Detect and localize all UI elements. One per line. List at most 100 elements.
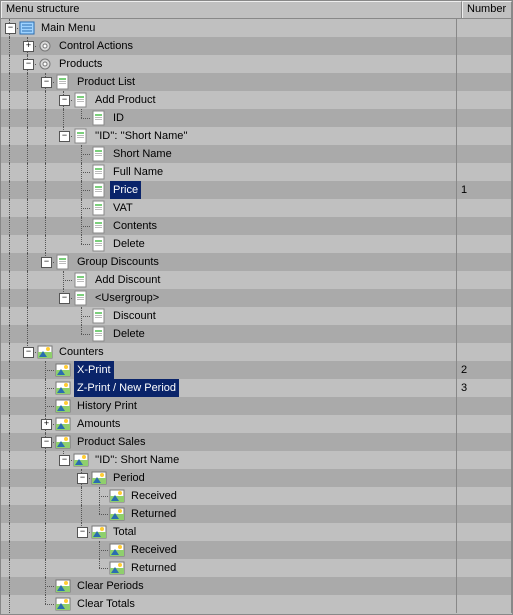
- tree-item-label[interactable]: Received: [128, 541, 180, 559]
- tree-indent: [1, 289, 19, 307]
- tree-indent: [19, 253, 37, 271]
- collapse-icon[interactable]: −: [5, 23, 16, 34]
- tree-row[interactable]: − Total: [1, 523, 512, 541]
- tree-row[interactable]: − <Usergroup>: [1, 289, 512, 307]
- tree-row[interactable]: VAT: [1, 199, 512, 217]
- collapse-icon[interactable]: −: [23, 347, 34, 358]
- column-header-number[interactable]: Number: [462, 1, 512, 18]
- tree-row[interactable]: Returned: [1, 505, 512, 523]
- tree-row[interactable]: Add Discount: [1, 271, 512, 289]
- tree-item-label[interactable]: Short Name: [110, 145, 175, 163]
- tree-branch: [73, 307, 91, 325]
- tree-row[interactable]: Clear Periods: [1, 577, 512, 595]
- collapse-icon[interactable]: −: [23, 59, 34, 70]
- tree-row[interactable]: − Counters: [1, 343, 512, 361]
- tree-item-label[interactable]: Counters: [56, 343, 107, 361]
- collapse-icon[interactable]: −: [59, 293, 70, 304]
- tree-row[interactable]: Discount: [1, 307, 512, 325]
- column-header-structure[interactable]: Menu structure: [1, 1, 462, 18]
- tree-row[interactable]: − Group Discounts: [1, 253, 512, 271]
- tree-item-label[interactable]: Delete: [110, 325, 148, 343]
- tree-row[interactable]: − Period: [1, 469, 512, 487]
- tree-row[interactable]: Received: [1, 541, 512, 559]
- tree-item-label[interactable]: X-Print: [74, 361, 114, 379]
- tree-row[interactable]: Full Name: [1, 163, 512, 181]
- tree-row[interactable]: − Products: [1, 55, 512, 73]
- tree-row[interactable]: − ''ID'': ''Short Name'': [1, 127, 512, 145]
- tree-item-label[interactable]: ''ID'': ''Short Name'': [92, 127, 191, 145]
- tree-indent: [1, 235, 19, 253]
- number-cell: [457, 289, 512, 307]
- tree-item-label[interactable]: Add Product: [92, 91, 159, 109]
- page-icon: [91, 146, 107, 162]
- tree-row[interactable]: Delete: [1, 235, 512, 253]
- tree-row[interactable]: Z-Print / New Period3: [1, 379, 512, 397]
- number-cell: [457, 523, 512, 541]
- expand-icon[interactable]: +: [23, 41, 34, 52]
- tree-indent: [37, 271, 55, 289]
- number-cell: [457, 487, 512, 505]
- number-cell: [457, 415, 512, 433]
- tree-row[interactable]: History Print: [1, 397, 512, 415]
- collapse-icon[interactable]: −: [59, 131, 70, 142]
- tree-cell: Delete: [1, 235, 457, 253]
- tree-row[interactable]: − Product List: [1, 73, 512, 91]
- tree-item-label[interactable]: Discount: [110, 307, 159, 325]
- tree-item-label[interactable]: Clear Totals: [74, 595, 138, 613]
- tree-item-label[interactable]: Group Discounts: [74, 253, 162, 271]
- tree-row[interactable]: + Amounts: [1, 415, 512, 433]
- tree-item-label[interactable]: Contents: [110, 217, 160, 235]
- tree-item-label[interactable]: Main Menu: [38, 19, 98, 37]
- tree-indent: [1, 127, 19, 145]
- tree-row[interactable]: ID: [1, 109, 512, 127]
- tree-item-label[interactable]: Add Discount: [92, 271, 163, 289]
- tree-item-label[interactable]: Returned: [128, 505, 179, 523]
- tree-item-label[interactable]: Full Name: [110, 163, 166, 181]
- tree-row[interactable]: − Product Sales: [1, 433, 512, 451]
- tree-item-label[interactable]: History Print: [74, 397, 140, 415]
- tree-item-label[interactable]: ID: [110, 109, 127, 127]
- collapse-icon[interactable]: −: [77, 527, 88, 538]
- photo-icon: [73, 452, 89, 468]
- tree-item-label[interactable]: Clear Periods: [74, 577, 147, 595]
- tree-item-label[interactable]: Price: [110, 181, 141, 199]
- tree-indent: [19, 91, 37, 109]
- tree-item-label[interactable]: <Usergroup>: [92, 289, 162, 307]
- tree-cell: − Product Sales: [1, 433, 457, 451]
- tree-item-label[interactable]: Amounts: [74, 415, 123, 433]
- tree-row[interactable]: Clear Totals: [1, 595, 512, 613]
- tree-row[interactable]: − ''ID'': Short Name: [1, 451, 512, 469]
- tree-row[interactable]: Received: [1, 487, 512, 505]
- tree-item-label[interactable]: Products: [56, 55, 105, 73]
- tree-item-label[interactable]: Period: [110, 469, 148, 487]
- tree-item-label[interactable]: Total: [110, 523, 139, 541]
- expand-icon[interactable]: +: [41, 419, 52, 430]
- tree-row[interactable]: Price1: [1, 181, 512, 199]
- collapse-icon[interactable]: −: [41, 77, 52, 88]
- collapse-icon[interactable]: −: [59, 95, 70, 106]
- tree-row[interactable]: + Control Actions: [1, 37, 512, 55]
- collapse-icon[interactable]: −: [41, 437, 52, 448]
- tree-item-label[interactable]: Control Actions: [56, 37, 136, 55]
- tree-row[interactable]: Contents: [1, 217, 512, 235]
- tree-item-label[interactable]: VAT: [110, 199, 136, 217]
- number-cell: [457, 163, 512, 181]
- tree-row[interactable]: Delete: [1, 325, 512, 343]
- tree-item-label[interactable]: Product List: [74, 73, 138, 91]
- collapse-icon[interactable]: −: [59, 455, 70, 466]
- collapse-icon[interactable]: −: [41, 257, 52, 268]
- tree-row[interactable]: − Main Menu: [1, 19, 512, 37]
- tree-row[interactable]: Returned: [1, 559, 512, 577]
- page-icon: [91, 182, 107, 198]
- tree-item-label[interactable]: Delete: [110, 235, 148, 253]
- tree-item-label[interactable]: ''ID'': Short Name: [92, 451, 182, 469]
- tree-item-label[interactable]: Z-Print / New Period: [74, 379, 179, 397]
- tree-branch: −: [1, 19, 19, 37]
- tree-item-label[interactable]: Product Sales: [74, 433, 148, 451]
- collapse-icon[interactable]: −: [77, 473, 88, 484]
- tree-row[interactable]: Short Name: [1, 145, 512, 163]
- tree-item-label[interactable]: Received: [128, 487, 180, 505]
- tree-row[interactable]: X-Print2: [1, 361, 512, 379]
- tree-row[interactable]: − Add Product: [1, 91, 512, 109]
- tree-item-label[interactable]: Returned: [128, 559, 179, 577]
